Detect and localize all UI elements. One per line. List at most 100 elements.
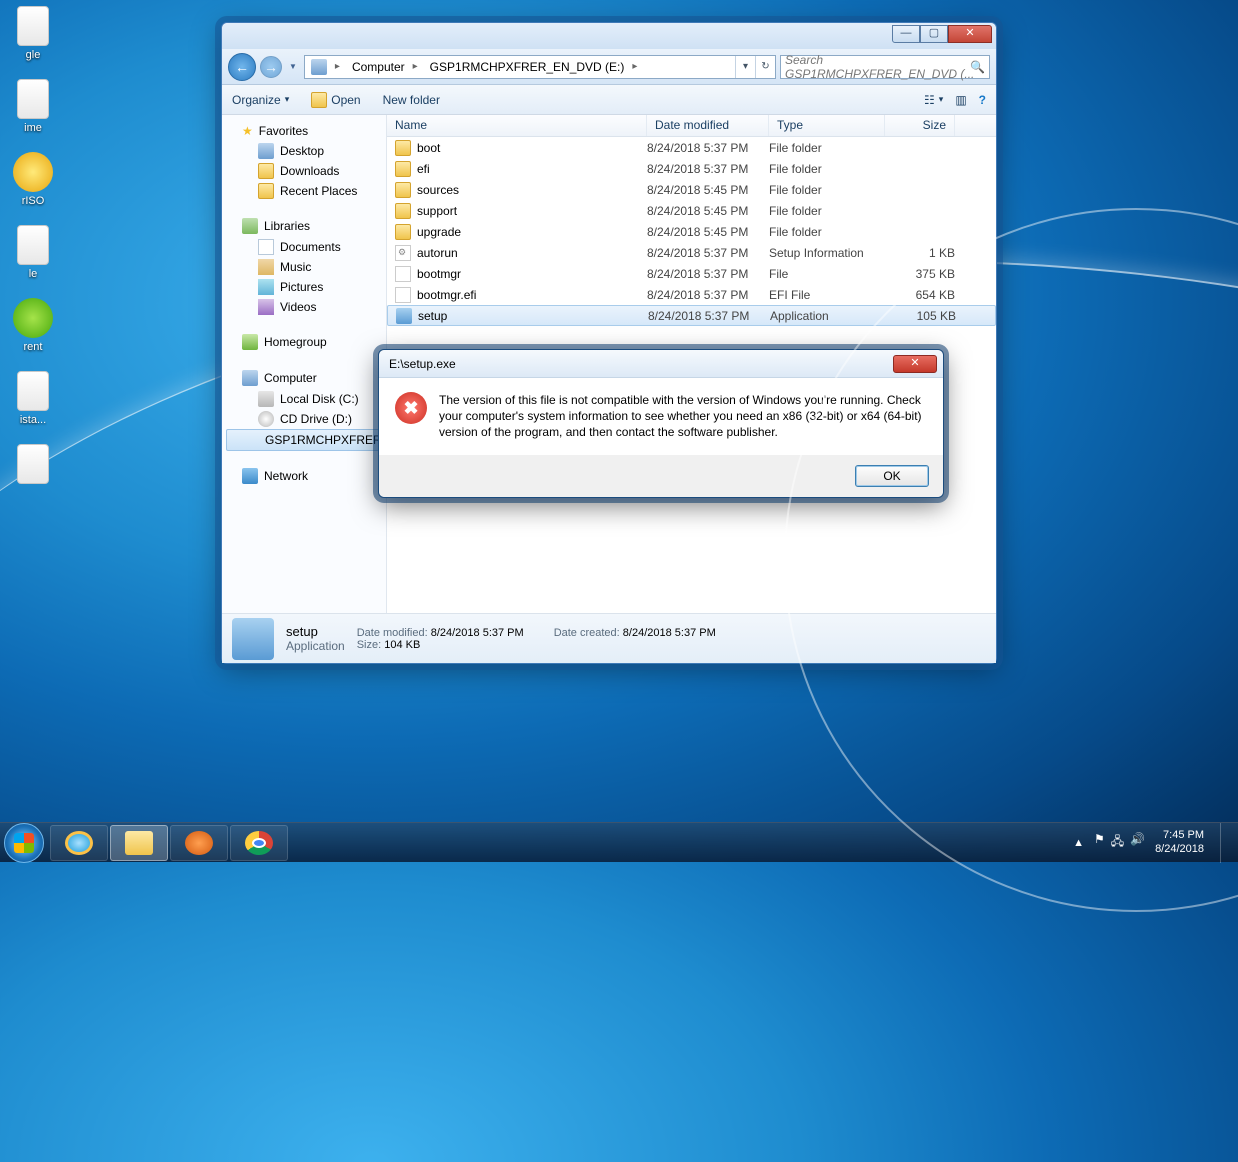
nav-pane: ★Favorites Desktop Downloads Recent Plac…: [222, 115, 387, 613]
file-row[interactable]: autorun8/24/2018 5:37 PMSetup Informatio…: [387, 242, 996, 263]
explorer-window: — ▢ ✕ ← → ▼ Computer GSP1RMCHPXFRER_EN_D…: [221, 22, 997, 664]
search-input[interactable]: Search GSP1RMCHPXFRER_EN_DVD (... 🔍: [780, 55, 990, 79]
folder-icon: [395, 140, 411, 156]
close-button[interactable]: ✕: [948, 25, 992, 43]
organize-menu[interactable]: Organize: [232, 93, 289, 107]
file-icon: [395, 266, 411, 282]
breadcrumb-seg[interactable]: GSP1RMCHPXFRER_EN_DVD (E:): [424, 58, 644, 76]
computer-icon: [242, 370, 258, 386]
system-tray: ▲ ⚑ 🖧 🔊 7:45 PM 8/24/2018: [1073, 823, 1234, 863]
desktop-icon[interactable]: ista...: [3, 371, 63, 426]
taskbar: ▲ ⚑ 🖧 🔊 7:45 PM 8/24/2018: [0, 822, 1238, 862]
folder-icon: [395, 161, 411, 177]
show-desktop-button[interactable]: [1220, 823, 1230, 863]
volume-icon[interactable]: 🔊: [1130, 832, 1145, 853]
downloads-icon: [258, 163, 274, 179]
clock[interactable]: 7:45 PM 8/24/2018: [1155, 829, 1204, 857]
file-row[interactable]: support8/24/2018 5:45 PMFile folder: [387, 200, 996, 221]
col-size[interactable]: Size: [885, 115, 955, 136]
start-button[interactable]: [4, 823, 44, 863]
videos-icon: [258, 299, 274, 315]
desktop-icon[interactable]: ime: [3, 79, 63, 134]
titlebar[interactable]: — ▢ ✕: [222, 23, 996, 49]
sidebar-item-pictures[interactable]: Pictures: [222, 277, 386, 297]
sidebar-item-documents[interactable]: Documents: [222, 237, 386, 257]
sidebar-item-dvd[interactable]: GSP1RMCHPXFRER_...: [226, 429, 382, 451]
address-bar[interactable]: Computer GSP1RMCHPXFRER_EN_DVD (E:) ▾ ↻: [304, 55, 776, 79]
desktop-icon[interactable]: [3, 444, 63, 484]
computer-header[interactable]: Computer: [222, 367, 386, 389]
col-date[interactable]: Date modified: [647, 115, 769, 136]
minimize-button[interactable]: —: [892, 25, 920, 43]
wmp-icon: [185, 831, 213, 855]
error-dialog: E:\setup.exe ✕ ✖ The version of this fil…: [378, 349, 944, 498]
preview-pane-button[interactable]: ▥: [955, 93, 966, 107]
forward-button[interactable]: →: [260, 56, 282, 78]
network-icon: [242, 468, 258, 484]
col-name[interactable]: Name: [387, 115, 647, 136]
action-center-icon[interactable]: ⚑: [1094, 832, 1105, 853]
sidebar-item-videos[interactable]: Videos: [222, 297, 386, 317]
network-header[interactable]: Network: [222, 465, 386, 487]
file-row[interactable]: setup8/24/2018 5:37 PMApplication105 KB: [387, 305, 996, 326]
breadcrumb-seg[interactable]: Computer: [346, 58, 424, 76]
explorer-icon: [125, 831, 153, 855]
maximize-button[interactable]: ▢: [920, 25, 948, 43]
dialog-titlebar[interactable]: E:\setup.exe ✕: [379, 350, 943, 378]
desktop-icon[interactable]: gle: [3, 6, 63, 61]
open-button[interactable]: Open: [311, 92, 360, 108]
folder-icon: [395, 224, 411, 240]
column-headers: Name Date modified Type Size: [387, 115, 996, 137]
libraries-icon: [242, 218, 258, 234]
ok-button[interactable]: OK: [855, 465, 929, 487]
col-type[interactable]: Type: [769, 115, 885, 136]
libraries-header[interactable]: Libraries: [222, 215, 386, 237]
taskbar-wmp[interactable]: [170, 825, 228, 861]
taskbar-ie[interactable]: [50, 825, 108, 861]
app-icon: [396, 308, 412, 324]
details-pane: setup Application Date modified: 8/24/20…: [222, 613, 996, 663]
cd-icon: [258, 411, 274, 427]
desktop-icon[interactable]: le: [3, 225, 63, 280]
sidebar-item-music[interactable]: Music: [222, 257, 386, 277]
folder-icon: [395, 203, 411, 219]
sidebar-item-recent[interactable]: Recent Places: [222, 181, 386, 201]
desktop-icon[interactable]: rent: [3, 298, 63, 353]
file-icon: [395, 287, 411, 303]
view-button[interactable]: ☷: [924, 93, 943, 107]
new-folder-button[interactable]: New folder: [383, 93, 440, 107]
dialog-close-button[interactable]: ✕: [893, 355, 937, 373]
favorites-header[interactable]: ★Favorites: [222, 121, 386, 141]
help-button[interactable]: ?: [979, 93, 986, 107]
homegroup-icon: [242, 334, 258, 350]
address-drop[interactable]: ▾: [735, 56, 755, 78]
back-button[interactable]: ←: [228, 53, 256, 81]
file-row[interactable]: upgrade8/24/2018 5:45 PMFile folder: [387, 221, 996, 242]
desktop-icon[interactable]: rISO: [3, 152, 63, 207]
file-row[interactable]: sources8/24/2018 5:45 PMFile folder: [387, 179, 996, 200]
taskbar-explorer[interactable]: [110, 825, 168, 861]
nav-history-drop[interactable]: ▼: [286, 62, 300, 71]
sidebar-item-desktop[interactable]: Desktop: [222, 141, 386, 161]
refresh-button[interactable]: ↻: [755, 56, 775, 78]
chrome-icon: [245, 831, 273, 855]
file-row[interactable]: bootmgr.efi8/24/2018 5:37 PMEFI File654 …: [387, 284, 996, 305]
file-row[interactable]: bootmgr8/24/2018 5:37 PMFile375 KB: [387, 263, 996, 284]
sidebar-item-localdisk[interactable]: Local Disk (C:): [222, 389, 386, 409]
ie-icon: [65, 831, 93, 855]
search-icon: 🔍: [970, 60, 985, 74]
show-hidden-icons[interactable]: ▲: [1073, 837, 1084, 849]
details-name: setup: [286, 624, 345, 639]
homegroup-header[interactable]: Homegroup: [222, 331, 386, 353]
disk-icon: [258, 391, 274, 407]
dialog-title-text: E:\setup.exe: [389, 357, 456, 371]
taskbar-chrome[interactable]: [230, 825, 288, 861]
pictures-icon: [258, 279, 274, 295]
file-row[interactable]: efi8/24/2018 5:37 PMFile folder: [387, 158, 996, 179]
nav-bar: ← → ▼ Computer GSP1RMCHPXFRER_EN_DVD (E:…: [222, 49, 996, 85]
file-row[interactable]: boot8/24/2018 5:37 PMFile folder: [387, 137, 996, 158]
network-tray-icon[interactable]: 🖧: [1111, 832, 1124, 853]
setup-app-icon: [232, 618, 274, 660]
sidebar-item-downloads[interactable]: Downloads: [222, 161, 386, 181]
sidebar-item-cddrive[interactable]: CD Drive (D:): [222, 409, 386, 429]
